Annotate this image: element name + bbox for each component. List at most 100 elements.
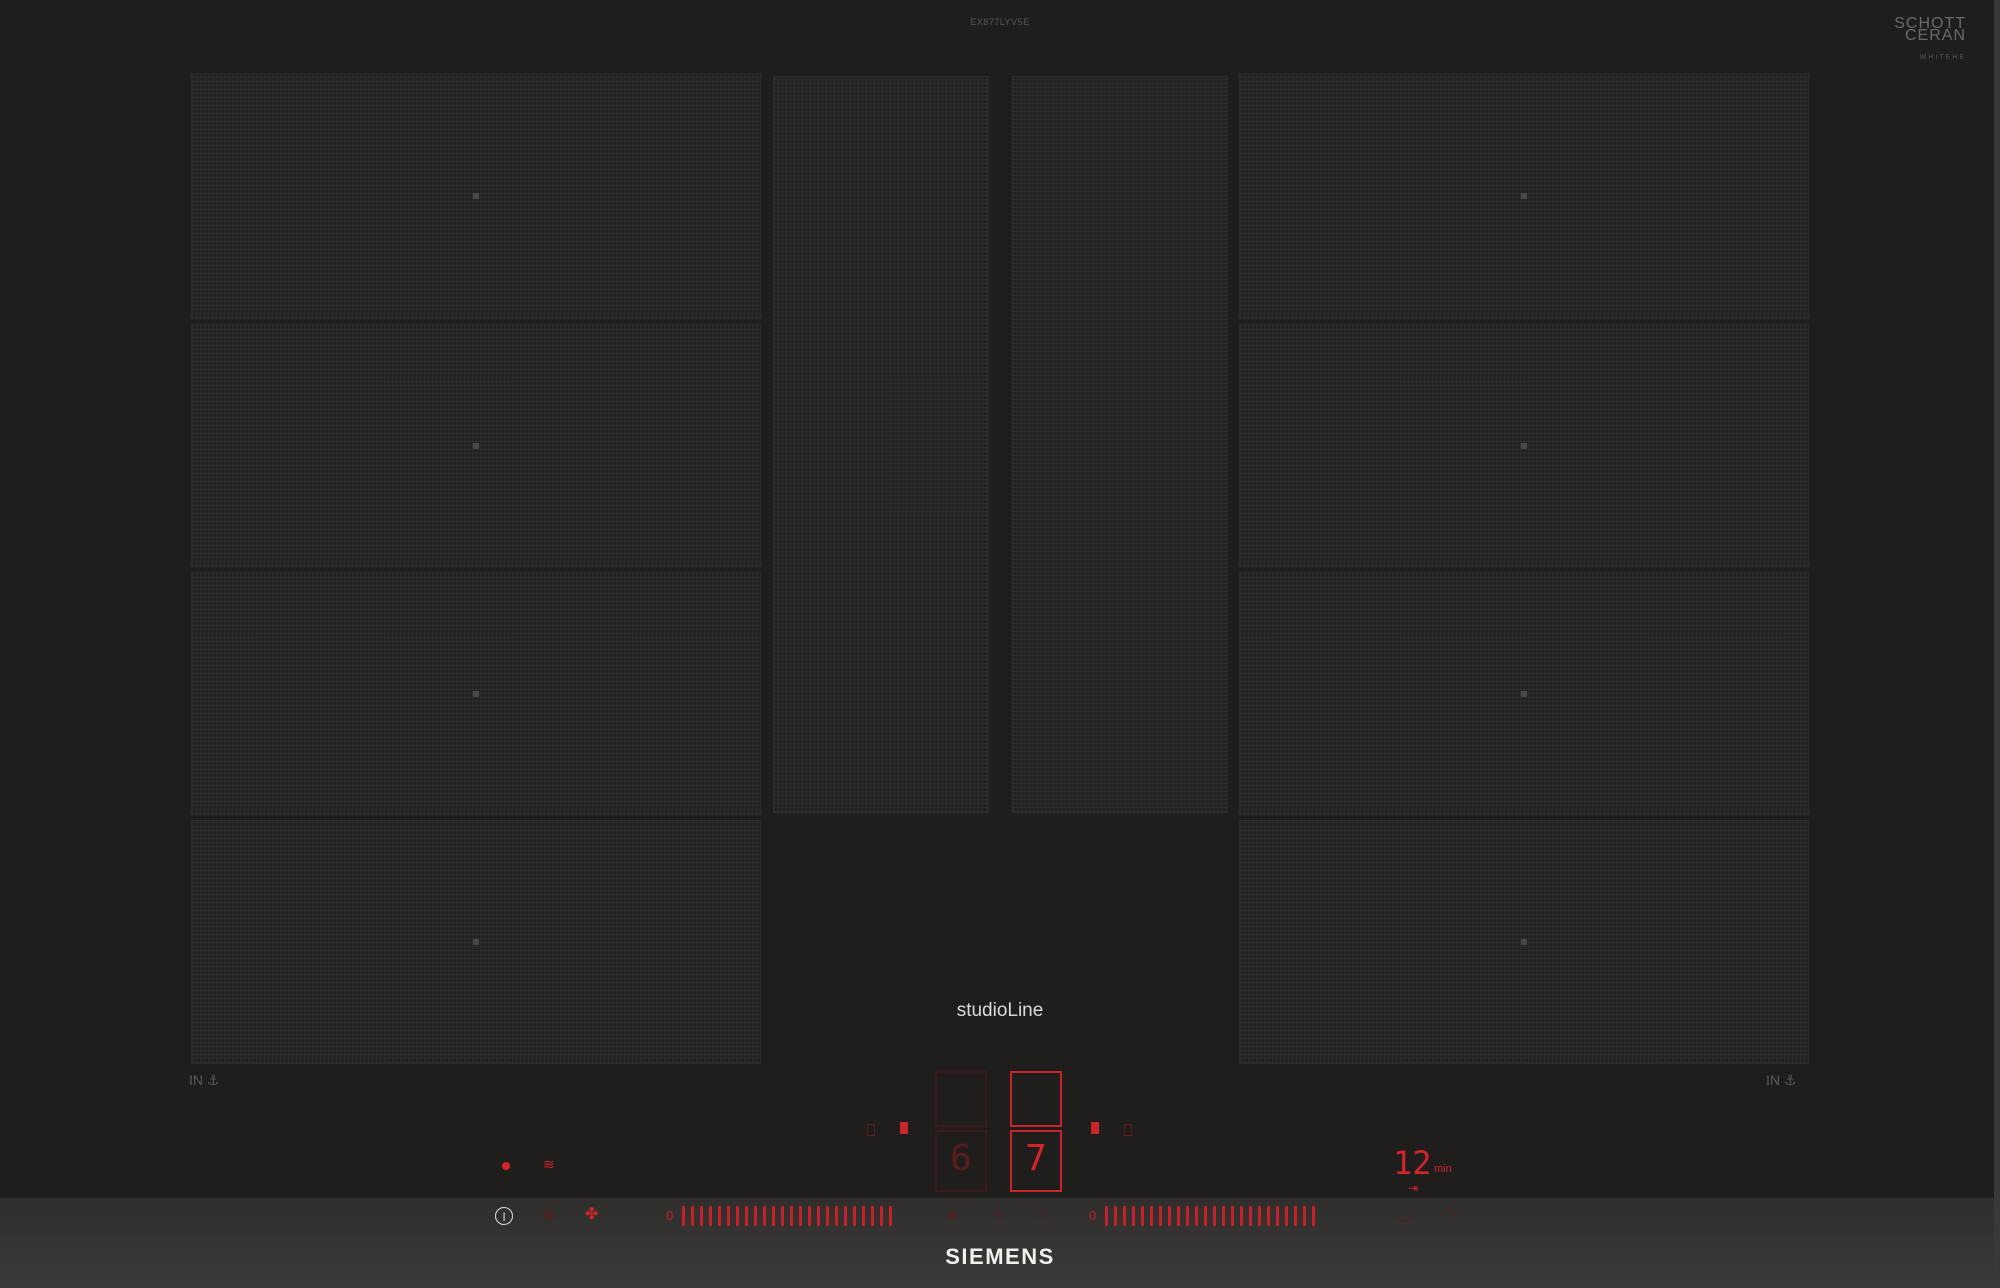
siemens-logo: SIEMENS	[945, 1244, 1055, 1269]
ceran-label: CERAN	[1904, 27, 1966, 44]
timer-display: 12	[1393, 1144, 1432, 1182]
left-power-level: 6	[950, 1138, 972, 1179]
ceran-sublabel: WHITEHE	[1919, 54, 1966, 61]
timer-icon: ⇥	[1408, 1181, 1419, 1195]
center-zone-right	[1012, 76, 1228, 813]
slider-tick	[871, 1206, 874, 1226]
slider-tick	[700, 1206, 703, 1226]
slider-tick	[1267, 1206, 1270, 1226]
center-zone-left	[773, 76, 989, 813]
right-induction-label: IN ⚓︎	[1766, 1072, 1797, 1088]
slider-tick	[1132, 1206, 1135, 1226]
slider-tick	[1258, 1206, 1261, 1226]
right-zone-1	[1239, 73, 1809, 319]
right-zone-indicator-off	[1124, 1124, 1132, 1136]
schott-ceran-logo: SCHOTT CERAN WHITEHE	[1886, 16, 1966, 64]
zone-center-marker	[473, 442, 479, 449]
slider-tick	[1240, 1206, 1243, 1226]
timer-plus-button[interactable]: ◠	[1442, 1205, 1456, 1225]
slider-tick	[1249, 1206, 1252, 1226]
slider-tick	[736, 1206, 739, 1226]
slider-tick	[808, 1206, 811, 1226]
right-power-level: 7	[1025, 1138, 1047, 1179]
slider-tick	[1213, 1206, 1216, 1226]
model-number: EX877LYV5E	[970, 17, 1030, 27]
zone-center-marker	[1521, 939, 1527, 945]
slider-tick	[1303, 1206, 1306, 1226]
left-zone-2	[191, 324, 761, 567]
boost-left-button[interactable]: ▸	[950, 1205, 958, 1225]
right-power-slider[interactable]: 0	[1089, 1206, 1339, 1226]
slider-tick	[1105, 1206, 1108, 1226]
right-slider-min: 0	[1089, 1208, 1097, 1223]
left-zone-1	[191, 73, 761, 319]
slider-tick	[772, 1206, 775, 1226]
slider-tick	[763, 1206, 766, 1226]
slider-tick	[1150, 1206, 1153, 1226]
slider-tick	[844, 1206, 847, 1226]
left-zone-4	[191, 820, 761, 1064]
zone-center-marker	[473, 193, 479, 199]
slider-tick	[727, 1206, 730, 1226]
slider-tick	[1294, 1206, 1297, 1226]
power-icon[interactable]: I	[495, 1207, 513, 1225]
slider-tick	[1123, 1206, 1126, 1226]
slider-tick	[754, 1206, 757, 1226]
slider-tick	[1195, 1206, 1198, 1226]
slider-tick	[1312, 1206, 1315, 1226]
slider-tick	[1204, 1206, 1207, 1226]
slider-tick	[817, 1206, 820, 1226]
left-zone-3	[191, 572, 761, 815]
zone-center-marker	[473, 939, 479, 945]
wifi-icon: ≋	[543, 1156, 555, 1172]
slider-tick	[1141, 1206, 1144, 1226]
control-bar: I ⋒ ✤ 0 ▸ ♁ ◌ 0 ◡ ◠	[0, 1198, 1994, 1288]
right-zone-2	[1239, 324, 1809, 567]
right-zone-indicator-on	[1091, 1122, 1099, 1134]
slider-tick	[1222, 1206, 1225, 1226]
slider-tick	[799, 1206, 802, 1226]
right-zone-display-top[interactable]	[1010, 1071, 1062, 1127]
left-zone-indicator-off	[867, 1124, 875, 1136]
left-zone-indicator-on	[900, 1122, 908, 1134]
slider-tick	[862, 1206, 865, 1226]
slider-tick	[1114, 1206, 1117, 1226]
wifi-button[interactable]: ⋒	[542, 1205, 555, 1225]
slider-tick	[790, 1206, 793, 1226]
slider-tick	[1276, 1206, 1279, 1226]
timer-minus-button[interactable]: ◡	[1397, 1205, 1411, 1225]
keep-warm-button[interactable]: ◌	[1037, 1205, 1047, 1223]
slider-tick	[1168, 1206, 1171, 1226]
slider-tick	[835, 1206, 838, 1226]
slider-tick	[1186, 1206, 1189, 1226]
slider-tick	[826, 1206, 829, 1226]
fan-icon[interactable]: ✤	[585, 1204, 598, 1224]
slider-tick	[880, 1206, 883, 1226]
zone-center-marker	[1521, 193, 1527, 199]
slider-tick	[1177, 1206, 1180, 1226]
slider-tick	[1159, 1206, 1162, 1226]
slider-tick	[1231, 1206, 1234, 1226]
slider-tick	[1285, 1206, 1288, 1226]
timer-unit: min	[1434, 1163, 1452, 1175]
zone-center-marker	[1521, 690, 1527, 697]
slider-tick	[709, 1206, 712, 1226]
left-induction-label: IN ⚓︎	[189, 1072, 220, 1088]
slider-tick	[718, 1206, 721, 1226]
slider-tick	[781, 1206, 784, 1226]
right-zone-3	[1239, 572, 1809, 815]
slider-tick	[682, 1206, 685, 1226]
series-label: studioLine	[956, 1000, 1044, 1021]
hood-icon[interactable]: ♁	[993, 1205, 1005, 1223]
zone-center-marker	[1521, 442, 1527, 449]
slider-tick	[889, 1206, 892, 1226]
left-power-slider[interactable]: 0	[666, 1206, 916, 1226]
right-zone-4	[1239, 820, 1809, 1064]
slider-tick	[745, 1206, 748, 1226]
left-zone-display-top[interactable]	[935, 1071, 987, 1127]
status-indicator-dot	[502, 1162, 510, 1170]
slider-tick	[691, 1206, 694, 1226]
slider-tick	[853, 1206, 856, 1226]
cooktop-panel: EX877LYV5E SCHOTT CERAN WHITEHE studioLi…	[0, 0, 2000, 1288]
zone-center-marker	[473, 690, 479, 697]
